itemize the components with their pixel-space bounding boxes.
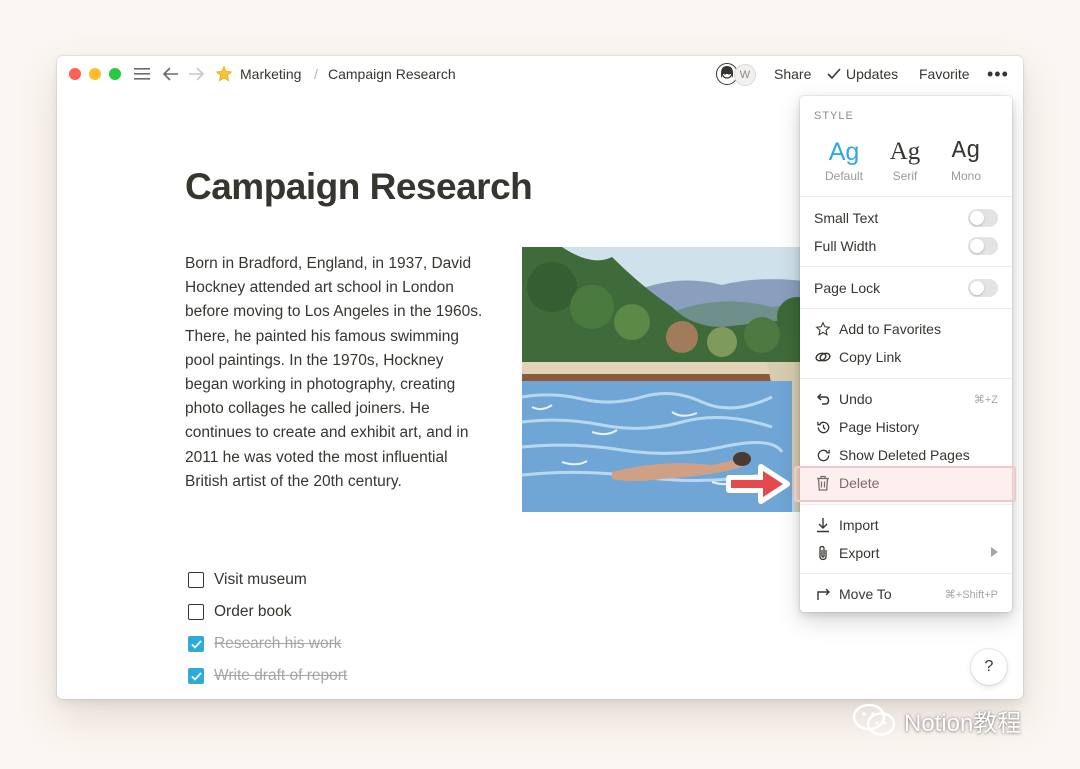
page-history-item[interactable]: Page History (800, 413, 1012, 441)
download-icon (814, 516, 832, 534)
checkbox-checked[interactable] (188, 636, 204, 652)
undo-label: Undo (839, 391, 873, 407)
style-glyph: Ag (951, 138, 981, 165)
updates-button[interactable]: Updates (827, 66, 898, 82)
topbar: Marketing / Campaign Research W Share Up… (57, 56, 1023, 94)
style-caption: Default (824, 169, 864, 183)
restore-icon (814, 446, 832, 464)
todo-label: Research his work (214, 635, 342, 652)
minimize-window-button[interactable] (89, 68, 101, 80)
menu-divider (800, 196, 1012, 197)
breadcrumb-separator: / (314, 66, 318, 82)
menu-divider (800, 573, 1012, 574)
forward-arrow-icon[interactable] (187, 64, 205, 84)
small-text-label: Small Text (814, 210, 879, 226)
small-text-toggle[interactable] (968, 209, 998, 227)
menu-divider (800, 378, 1012, 379)
link-icon (814, 348, 832, 366)
checkbox[interactable] (188, 572, 204, 588)
collaborator-avatars[interactable]: W (716, 63, 758, 87)
menu-divider (800, 266, 1012, 267)
history-clock-icon (814, 418, 832, 436)
close-window-button[interactable] (69, 68, 81, 80)
delete-highlight-box (794, 466, 1016, 502)
todo-item[interactable]: Research his work (188, 632, 342, 656)
page-title[interactable]: Campaign Research (185, 166, 533, 208)
star-emoji-icon (214, 64, 234, 84)
style-glyph: Ag (828, 138, 860, 166)
todo-item[interactable]: Write draft of report (188, 664, 347, 688)
full-width-toggle-row[interactable]: Full Width (800, 232, 1012, 260)
copy-link-label: Copy Link (839, 349, 902, 365)
checkmark-icon (827, 68, 841, 80)
small-text-toggle-row[interactable]: Small Text (800, 204, 1012, 232)
star-outline-icon (814, 320, 832, 338)
export-label: Export (839, 545, 880, 561)
import-label: Import (839, 517, 879, 533)
undo-icon (814, 390, 832, 408)
full-width-toggle[interactable] (968, 237, 998, 255)
todo-label: Write draft of report (214, 667, 348, 684)
style-caption: Mono (950, 169, 982, 183)
page-lock-toggle[interactable] (968, 279, 998, 297)
wechat-logo-icon (852, 703, 896, 736)
undo-shortcut: ⌘+Z (973, 393, 998, 406)
maximize-window-button[interactable] (109, 68, 121, 80)
checkbox-checked[interactable] (188, 668, 204, 684)
style-serif-option[interactable]: Ag Serif (875, 136, 935, 183)
page-options-menu: STYLE Ag Default Ag Serif Ag Mono Small … (800, 96, 1012, 612)
more-options-icon[interactable]: ••• (987, 64, 1009, 85)
todo-label: Order book (214, 603, 292, 620)
style-glyph: Ag (889, 138, 921, 165)
import-item[interactable]: Import (800, 511, 1012, 539)
submenu-caret-icon (990, 546, 998, 560)
move-to-shortcut: ⌘+Shift+P (944, 588, 998, 601)
notion-window: Marketing / Campaign Research W Share Up… (57, 56, 1023, 699)
add-to-favorites-label: Add to Favorites (839, 321, 941, 337)
checkmark-icon (190, 671, 202, 681)
pointing-arrow-icon (725, 461, 791, 507)
style-mono-option[interactable]: Ag Mono (936, 136, 996, 183)
breadcrumb-marketing[interactable]: Marketing (240, 66, 301, 82)
page-lock-label: Page Lock (814, 280, 881, 296)
todo-item[interactable]: Order book (188, 600, 292, 624)
page-history-label: Page History (839, 419, 920, 435)
paperclip-icon (814, 544, 832, 562)
move-to-label: Move To (839, 586, 892, 602)
checkmark-icon (190, 639, 202, 649)
export-item[interactable]: Export (800, 539, 1012, 567)
back-arrow-icon[interactable] (162, 64, 180, 84)
sidebar-toggle-icon[interactable] (133, 64, 151, 84)
help-button[interactable]: ? (971, 649, 1007, 685)
style-caption: Serif (892, 169, 918, 183)
show-deleted-pages-label: Show Deleted Pages (839, 447, 970, 463)
full-width-label: Full Width (814, 238, 877, 254)
style-section-label: STYLE (814, 110, 854, 122)
show-deleted-pages-item[interactable]: Show Deleted Pages (800, 441, 1012, 469)
avatar-initial: W (734, 64, 756, 86)
favorite-button[interactable]: Favorite (919, 66, 970, 82)
todo-item[interactable]: Visit museum (188, 568, 307, 592)
todo-label: Visit museum (214, 571, 307, 588)
share-button[interactable]: Share (774, 66, 811, 82)
watermark: Notion教程 (852, 702, 1021, 738)
move-to-arrow-icon (814, 585, 832, 603)
undo-item[interactable]: Undo ⌘+Z (800, 385, 1012, 413)
page-paragraph[interactable]: Born in Bradford, England, in 1937, Davi… (185, 252, 485, 494)
watermark-text: Notion教程 (904, 709, 1022, 737)
breadcrumb-current-page[interactable]: Campaign Research (328, 66, 456, 82)
page-lock-toggle-row[interactable]: Page Lock (800, 274, 1012, 302)
checkbox[interactable] (188, 604, 204, 620)
updates-label: Updates (846, 66, 899, 82)
style-default-option[interactable]: Ag Default (814, 136, 874, 183)
move-to-item[interactable]: Move To ⌘+Shift+P (800, 580, 1012, 608)
menu-divider (800, 308, 1012, 309)
copy-link-item[interactable]: Copy Link (800, 343, 1012, 371)
menu-divider (800, 504, 1012, 505)
add-to-favorites-item[interactable]: Add to Favorites (800, 315, 1012, 343)
